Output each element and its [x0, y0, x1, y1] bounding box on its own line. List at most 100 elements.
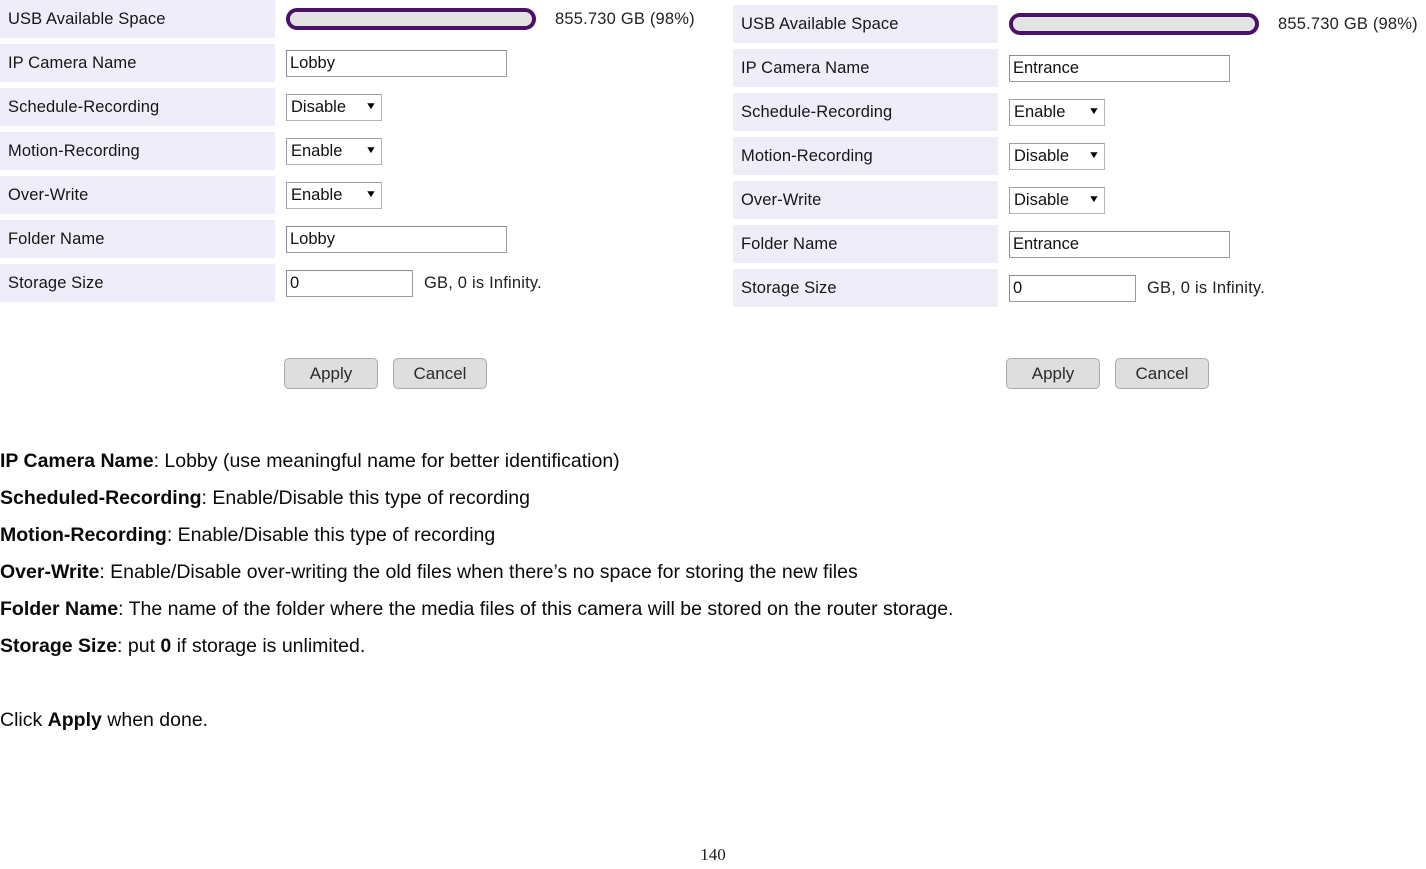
field-control: GB, 0 is Infinity.	[275, 269, 720, 297]
input-ip-camera-name[interactable]	[1009, 54, 1230, 82]
field-label: Folder Name	[0, 220, 275, 258]
usb-space-progress-bar	[1009, 13, 1259, 35]
field-label: IP Camera Name	[0, 44, 275, 82]
field-control: 855.730 GB (98%)	[275, 8, 720, 30]
field-control: Enable ▼	[998, 98, 1426, 126]
chevron-down-icon: ▼	[1087, 150, 1101, 161]
select-value: Disable	[1014, 190, 1070, 209]
chevron-down-icon: ▼	[1087, 194, 1101, 205]
description-term: Scheduled-Recording	[0, 487, 202, 509]
input-folder-name[interactable]	[1009, 230, 1230, 258]
field-descriptions: IP Camera Name: Lobby (use meaningful na…	[0, 443, 1426, 739]
description-line: Folder Name: The name of the folder wher…	[0, 591, 1426, 628]
usb-space-value: 855.730 GB (98%)	[555, 9, 695, 28]
description-term: Over-Write	[0, 561, 100, 583]
field-control	[275, 49, 720, 77]
description-line: Motion-Recording: Enable/Disable this ty…	[0, 517, 1426, 554]
field-control: 855.730 GB (98%)	[998, 13, 1426, 35]
usb-space-progress-fill	[1013, 17, 1251, 31]
description-text: : Lobby (use meaningful name for better …	[153, 450, 620, 472]
select-over-write[interactable]: Enable ▼	[286, 181, 382, 209]
description-text: : Enable/Disable this type of recording	[166, 524, 496, 546]
input-storage-size[interactable]	[1009, 274, 1136, 302]
apply-button[interactable]: Apply	[1006, 358, 1100, 389]
form-row: IP Camera Name	[0, 44, 720, 82]
form-row: Storage Size GB, 0 is Infinity.	[0, 264, 720, 302]
description-line: Scheduled-Recording: Enable/Disable this…	[0, 480, 1426, 517]
usb-space-progress-fill	[290, 12, 528, 26]
field-label: Schedule-Recording	[733, 93, 998, 131]
form-row: Over-Write Enable ▼	[0, 176, 720, 214]
closing-emphasis: Apply	[47, 709, 102, 731]
camera-config-panel-right: USB Available Space 855.730 GB (98%) IP Ca…	[733, 5, 1426, 313]
description-line: IP Camera Name: Lobby (use meaningful na…	[0, 443, 1426, 480]
field-control: Disable ▼	[275, 93, 720, 121]
field-control: Disable ▼	[998, 186, 1426, 214]
select-over-write[interactable]: Disable ▼	[1009, 186, 1105, 214]
chevron-down-icon: ▼	[364, 145, 378, 156]
form-row: Schedule-Recording Enable ▼	[733, 93, 1426, 131]
apply-button[interactable]: Apply	[284, 358, 378, 389]
form-actions-right: Apply Cancel	[1006, 358, 1209, 389]
field-label: Storage Size	[0, 264, 275, 302]
select-motion-recording[interactable]: Disable ▼	[1009, 142, 1105, 170]
chevron-down-icon: ▼	[1087, 106, 1101, 117]
closing-prefix: Click	[0, 709, 48, 731]
cancel-button[interactable]: Cancel	[393, 358, 487, 389]
form-row: Folder Name	[0, 220, 720, 258]
field-label: Motion-Recording	[733, 137, 998, 175]
chevron-down-icon: ▼	[364, 101, 378, 112]
form-row: Motion-Recording Disable ▼	[733, 137, 1426, 175]
form-actions-left: Apply Cancel	[284, 358, 487, 389]
field-label: USB Available Space	[0, 0, 275, 38]
chevron-down-icon: ▼	[364, 189, 378, 200]
page-number: 140	[700, 845, 726, 864]
input-storage-size[interactable]	[286, 269, 413, 297]
field-hint: GB, 0 is Infinity.	[1147, 278, 1265, 297]
field-hint: GB, 0 is Infinity.	[424, 273, 542, 292]
description-line: Storage Size: put 0 if storage is unlimi…	[0, 628, 1426, 665]
closing-instruction: Click Apply when done.	[0, 702, 1426, 739]
field-control: Enable ▼	[275, 181, 720, 209]
field-label: Schedule-Recording	[0, 88, 275, 126]
field-control: GB, 0 is Infinity.	[998, 274, 1426, 302]
field-label: Motion-Recording	[0, 132, 275, 170]
input-folder-name[interactable]	[286, 225, 507, 253]
field-label: Over-Write	[733, 181, 998, 219]
select-value: Enable	[291, 185, 343, 204]
cancel-button[interactable]: Cancel	[1115, 358, 1209, 389]
field-label: IP Camera Name	[733, 49, 998, 87]
select-schedule-recording[interactable]: Enable ▼	[1009, 98, 1105, 126]
select-motion-recording[interactable]: Enable ▼	[286, 137, 382, 165]
field-control: Enable ▼	[275, 137, 720, 165]
input-ip-camera-name[interactable]	[286, 49, 507, 77]
form-row: USB Available Space 855.730 GB (98%)	[733, 5, 1426, 43]
form-row: Storage Size GB, 0 is Infinity.	[733, 269, 1426, 307]
description-text: : Enable/Disable over-writing the old fi…	[99, 561, 858, 583]
description-text: : Enable/Disable this type of recording	[201, 487, 530, 509]
select-value: Disable	[1014, 146, 1070, 165]
field-control	[275, 225, 720, 253]
select-schedule-recording[interactable]: Disable ▼	[286, 93, 382, 121]
description-term: Storage Size	[0, 635, 118, 657]
select-value: Enable	[1014, 102, 1066, 121]
description-line: Over-Write: Enable/Disable over-writing …	[0, 554, 1426, 591]
form-row: IP Camera Name	[733, 49, 1426, 87]
field-control	[998, 230, 1426, 258]
select-value: Enable	[291, 141, 343, 160]
select-value: Disable	[291, 97, 347, 116]
form-row: USB Available Space 855.730 GB (98%)	[0, 0, 720, 38]
description-text: : The name of the folder where the media…	[118, 598, 954, 620]
field-label: Storage Size	[733, 269, 998, 307]
field-control: Disable ▼	[998, 142, 1426, 170]
form-row: Schedule-Recording Disable ▼	[0, 88, 720, 126]
form-row: Over-Write Disable ▼	[733, 181, 1426, 219]
camera-config-panel-left: USB Available Space 855.730 GB (98%) IP Ca…	[0, 0, 720, 308]
description-term: Motion-Recording	[0, 524, 167, 546]
form-row: Folder Name	[733, 225, 1426, 263]
description-tail: if storage is unlimited.	[171, 635, 366, 657]
field-control	[998, 54, 1426, 82]
field-label: Folder Name	[733, 225, 998, 263]
field-label: Over-Write	[0, 176, 275, 214]
